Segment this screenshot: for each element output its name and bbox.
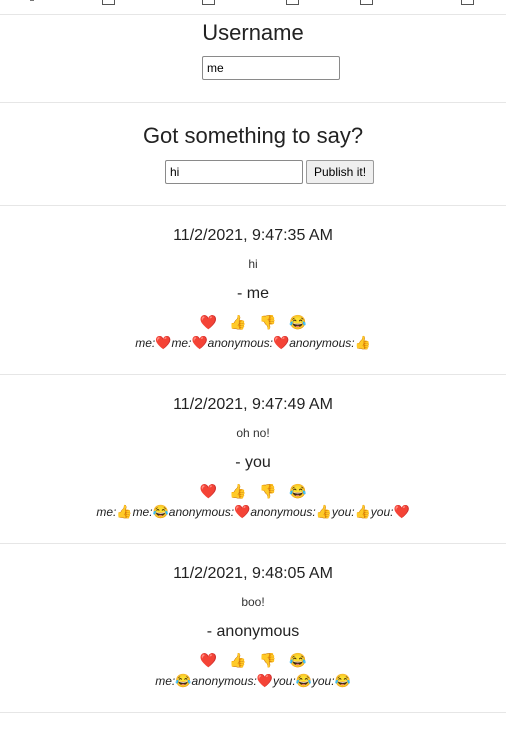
reaction-entry: anonymous:❤️ [168,504,251,519]
username-section: Username [0,15,506,103]
reaction-user: anonymous: [168,505,235,519]
laughing-icon[interactable]: 😂 [285,482,311,500]
reaction-buttons: ❤️ 👍 👎 😂 [0,651,506,669]
thumbs-up-icon: 👍 [116,504,133,519]
reaction-user: anonymous: [207,336,274,350]
message-text: hi [248,257,258,271]
reaction-entry: me:❤️ [135,335,172,350]
thumbs-down-icon[interactable]: 👎 [255,651,281,669]
reaction-user: you: [370,505,394,519]
laughing-icon: 😂 [152,504,169,519]
laughing-icon: 😂 [175,673,192,688]
heart-icon: ❤️ [155,335,172,350]
message-card: 11/2/2021, 9:47:35 AM hi - me ❤️ 👍 👎 😂 m… [0,206,506,375]
checkbox[interactable] [202,0,215,5]
heart-icon: ❤️ [191,335,208,350]
heart-icon[interactable]: ❤️ [195,482,221,500]
reaction-user: anonymous: [250,505,316,519]
message-input[interactable] [165,160,303,184]
heart-icon: ❤️ [393,504,410,519]
reaction-buttons: ❤️ 👍 👎 😂 [0,482,506,500]
reaction-entry: you:😂 [311,673,351,688]
message-text: oh no! [236,426,270,440]
reaction-entry: me:❤️ [171,335,208,350]
reaction-user: me: [96,505,117,519]
heart-icon: ❤️ [273,335,290,350]
heart-icon: ❤️ [234,504,251,519]
reaction-entry: you:👍 [331,504,371,519]
thumbs-up-icon: 👍 [354,335,371,350]
reaction-entry: anonymous:❤️ [191,673,273,688]
reaction-entry: me:👍 [96,504,133,519]
reaction-user: me: [135,336,156,350]
username-heading: Username [202,20,304,45]
reaction-user: me: [132,505,153,519]
message-timestamp: 11/2/2021, 9:47:35 AM [173,227,333,244]
reaction-user: anonymous: [289,336,355,350]
reaction-user: me: [171,336,192,350]
thumbs-up-icon: 👍 [354,504,371,519]
reaction-entry: you:❤️ [370,504,410,519]
thumbs-up-icon[interactable]: 👍 [225,482,251,500]
heart-icon: ❤️ [256,673,273,688]
post-heading: Got something to say? [142,123,364,148]
reaction-user: anonymous: [191,674,257,688]
thumbs-up-icon[interactable]: 👍 [225,651,251,669]
reaction-entry: anonymous:👍 [289,335,371,350]
heart-icon[interactable]: ❤️ [195,313,221,331]
reactions-log: me:👍me:😂anonymous:❤️anonymous:👍you:👍you:… [0,504,506,520]
checkbox[interactable] [286,0,299,5]
message-timestamp: 11/2/2021, 9:47:49 AM [173,396,333,413]
publish-button[interactable]: Publish it! [306,160,375,184]
message-author: - me [237,285,269,302]
divider [30,0,34,1]
checkbox[interactable] [461,0,474,5]
message-timestamp: 11/2/2021, 9:48:05 AM [173,565,333,582]
checkbox[interactable] [102,0,115,5]
message-author: - you [235,454,271,471]
reaction-user: me: [155,674,176,688]
thumbs-up-icon: 👍 [315,504,332,519]
laughing-icon[interactable]: 😂 [285,313,311,331]
reaction-entry: anonymous:❤️ [207,335,290,350]
reaction-user: you: [331,505,355,519]
message-author: - anonymous [206,623,300,640]
reaction-user: you: [273,674,296,688]
reactions-log: me:😂anonymous:❤️you:😂you:😂 [0,673,506,689]
laughing-icon[interactable]: 😂 [285,651,311,669]
reactions-log: me:❤️me:❤️anonymous:❤️anonymous:👍 [0,335,506,351]
laughing-icon: 😂 [295,673,312,688]
message-card: 11/2/2021, 9:48:05 AM boo! - anonymous ❤… [0,544,506,713]
reaction-entry: you:😂 [273,673,312,688]
post-section: Got something to say? Publish it! [0,103,506,206]
thumbs-down-icon[interactable]: 👎 [255,482,281,500]
top-toolbar-strip [0,0,506,15]
reaction-entry: me:😂 [155,673,192,688]
message-text: boo! [241,595,265,609]
reaction-user: you: [311,674,335,688]
reaction-entry: anonymous:👍 [250,504,332,519]
reaction-entry: me:😂 [132,504,169,519]
username-input[interactable] [202,56,340,80]
thumbs-up-icon[interactable]: 👍 [225,313,251,331]
heart-icon[interactable]: ❤️ [195,651,221,669]
checkbox[interactable] [360,0,373,5]
reaction-buttons: ❤️ 👍 👎 😂 [0,313,506,331]
message-card: 11/2/2021, 9:47:49 AM oh no! - you ❤️ 👍 … [0,375,506,544]
laughing-icon: 😂 [334,673,351,688]
thumbs-down-icon[interactable]: 👎 [255,313,281,331]
